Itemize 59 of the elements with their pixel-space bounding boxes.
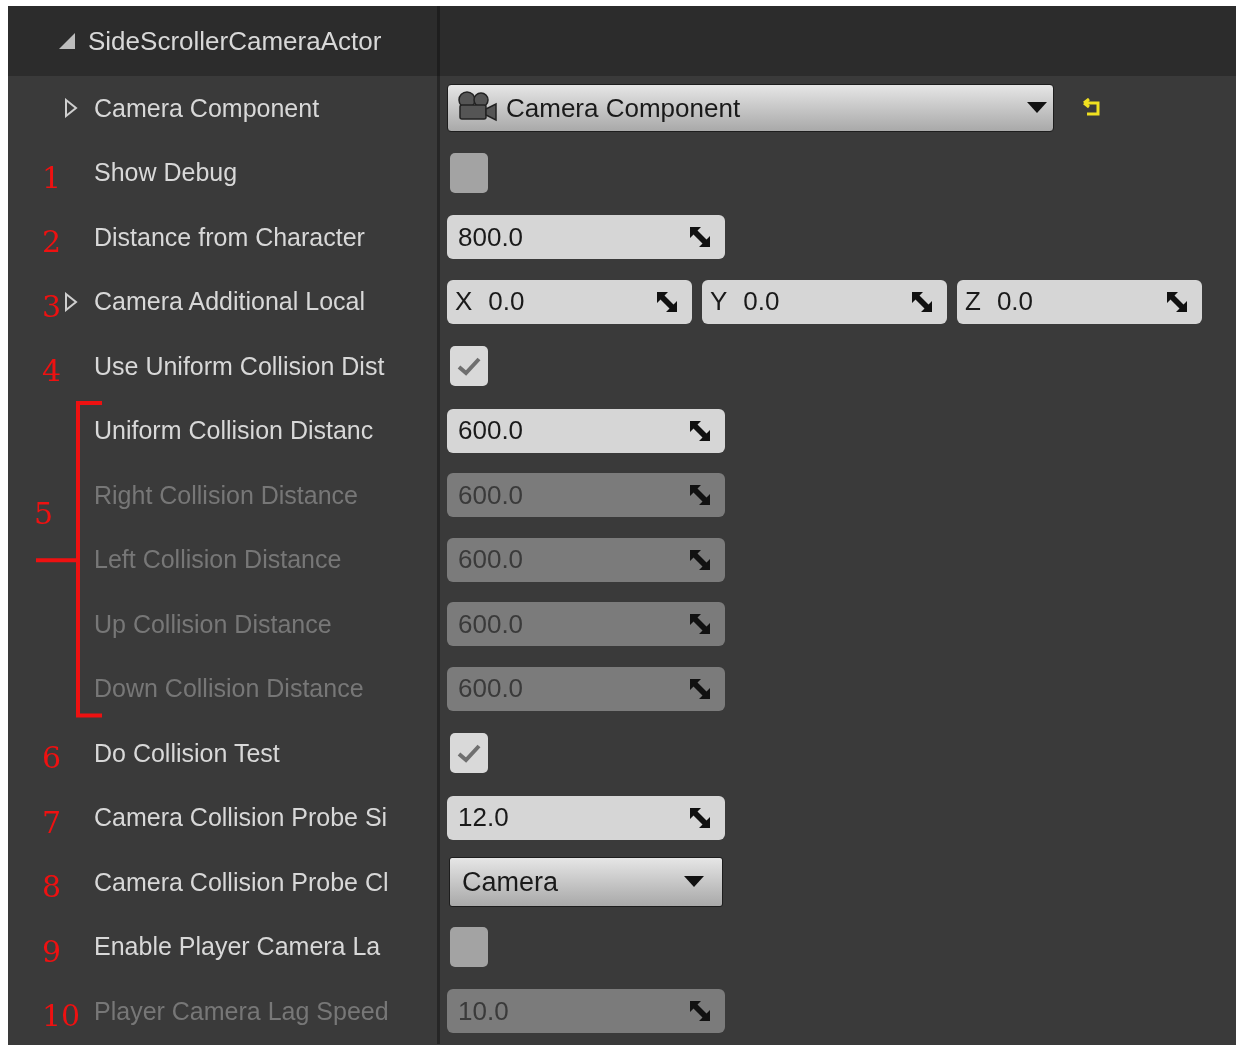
enum-dropdown[interactable]: Camera (449, 857, 723, 908)
vector-component-field[interactable]: X 0.0 (447, 279, 692, 324)
drag-arrows-icon (689, 484, 711, 507)
annotation-number: 4 (42, 356, 62, 386)
collapsed-triangle-icon[interactable] (64, 98, 78, 119)
checkbox[interactable] (450, 152, 488, 193)
property-label: Distance from Character (94, 221, 365, 253)
collapsed-triangle-icon[interactable] (64, 291, 78, 312)
checkbox[interactable] (450, 926, 488, 967)
checkmark-icon (457, 743, 481, 764)
property-label: Uniform Collision Distanc (94, 415, 374, 446)
annotation-number: 10 (42, 1001, 81, 1031)
annotation-number: 3 (42, 291, 62, 322)
drag-arrows-icon (689, 226, 711, 249)
annotation-number: 8 (42, 872, 62, 902)
checkmark-icon (457, 356, 481, 377)
annotation-number: 5 (34, 498, 54, 529)
drag-arrows-icon (689, 548, 711, 571)
property-label: Camera Collision Probe Cl (94, 866, 389, 898)
annotation-number: 9 (42, 936, 62, 967)
axis-label: Y (710, 285, 728, 319)
property-label: Camera Additional Local (94, 286, 365, 317)
checkbox[interactable] (450, 346, 488, 387)
caret-icon (1027, 102, 1047, 115)
axis-label: X (455, 285, 473, 319)
annotation-number: 2 (42, 227, 62, 257)
drag-arrows-icon (689, 1000, 711, 1023)
drag-arrows-icon (689, 677, 711, 700)
property-label: Up Collision Distance (94, 608, 332, 640)
annotation-number: 7 (42, 807, 62, 838)
number-field[interactable]: 800.0 (447, 215, 725, 260)
property-label: Camera Component (94, 92, 320, 124)
property-label: Do Collision Test (94, 737, 280, 769)
number-field[interactable]: 12.0 (447, 795, 725, 840)
property-label: Down Collision Distance (94, 673, 364, 704)
vector-component-field[interactable]: Z 0.0 (957, 279, 1202, 324)
property-label: Enable Player Camera La (94, 931, 381, 962)
property-label: Show Debug (94, 157, 238, 188)
caret-icon (684, 876, 704, 889)
annotation-number: 1 (42, 162, 62, 193)
checkbox[interactable] (450, 733, 488, 774)
drag-arrows-icon (911, 290, 933, 313)
drag-arrows-icon (689, 419, 711, 442)
axis-label: Z (965, 285, 981, 319)
category-header[interactable]: SideScrollerCameraActor (8, 6, 1236, 76)
property-label: Camera Collision Probe Si (94, 802, 388, 833)
annotation-number: 6 (42, 743, 62, 773)
component-dropdown[interactable]: Camera Component (447, 84, 1054, 133)
drag-arrows-icon (689, 613, 711, 636)
expanded-triangle-icon[interactable] (58, 32, 76, 50)
property-label: Use Uniform Collision Dist (94, 350, 385, 382)
vector-component-field[interactable]: Y 0.0 (702, 279, 947, 324)
property-label: Right Collision Distance (94, 479, 358, 511)
drag-arrows-icon (656, 290, 678, 313)
drag-arrows-icon (1166, 290, 1188, 313)
property-label: Left Collision Distance (94, 544, 342, 575)
number-field[interactable]: 600.0 (447, 408, 725, 453)
drag-arrows-icon (689, 806, 711, 829)
property-label: Player Camera Lag Speed (94, 995, 389, 1027)
